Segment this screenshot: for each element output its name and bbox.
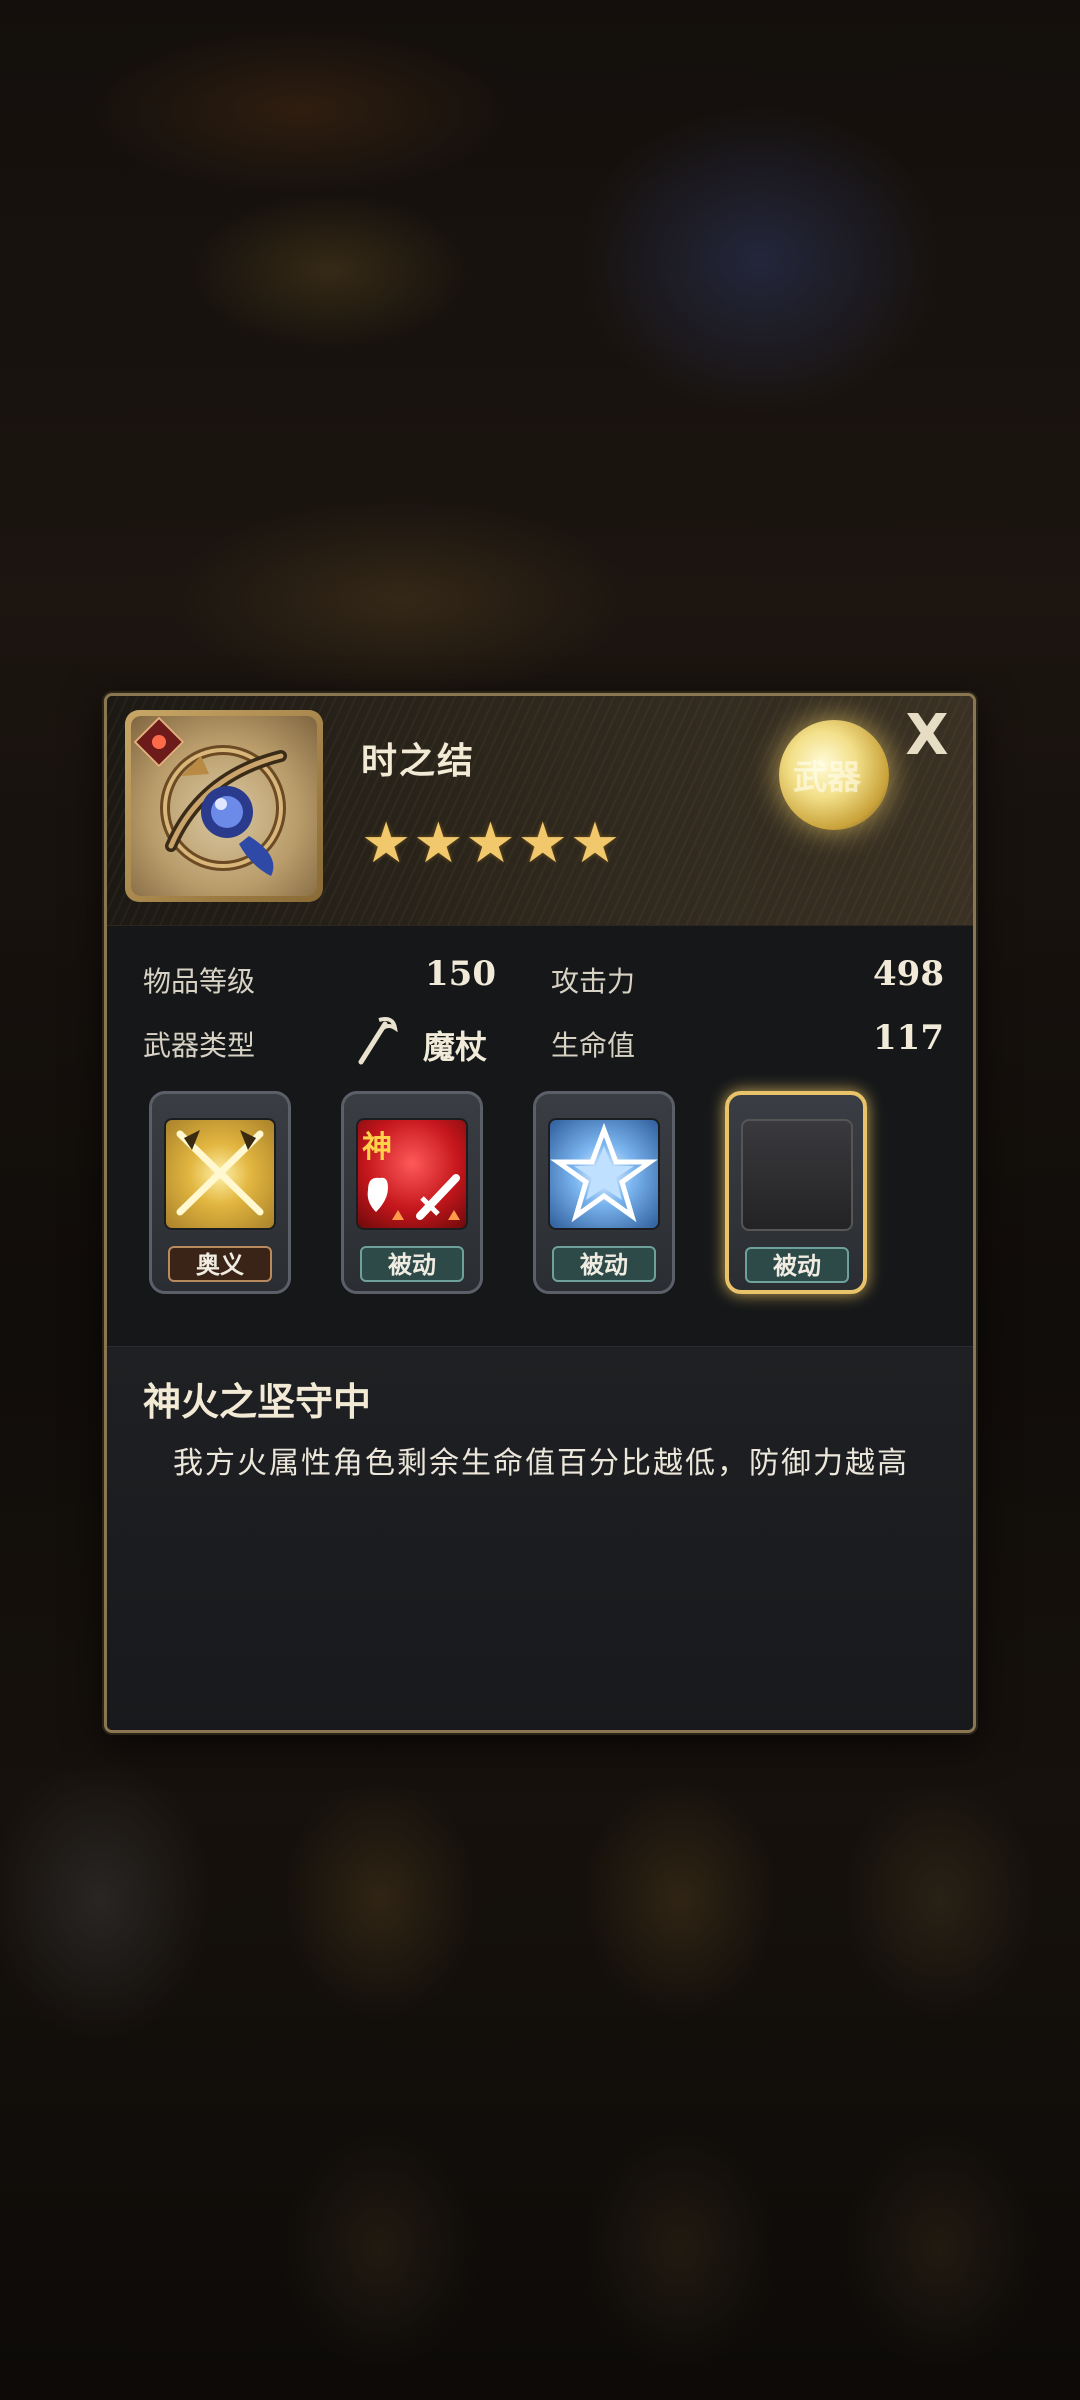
weapon-orb-icon: 武器 <box>779 720 889 830</box>
dialog-header: 时之结 ★ ★ ★ ★ ★ 武器 X <box>107 696 973 926</box>
orb-label: 武器 <box>793 758 861 798</box>
attack-label: 攻击力 <box>551 965 636 998</box>
skill-name: 神火之坚守中 <box>143 1380 372 1424</box>
attack-value: 498 <box>873 954 944 994</box>
weapon-type-label: 武器类型 <box>143 1029 256 1062</box>
weapon-stats: 物品等级 150 攻击力 498 武器类型 魔杖 生命值 117 <box>107 926 973 1066</box>
skill-card-passive-2[interactable]: 被动 <box>533 1091 675 1294</box>
close-button[interactable]: X <box>895 704 959 768</box>
weapon-detail-dialog: 时之结 ★ ★ ★ ★ ★ 武器 X 物品等级 150 攻击力 498 武器类型… <box>104 693 976 1733</box>
weapon-type-value: 魔杖 <box>423 1028 488 1066</box>
star-icon: ★ <box>517 811 568 876</box>
skill-description-text: 我方火属性角色剩余生命值百分比越低，防御力越高 <box>173 1446 909 1481</box>
skill-tag-passive: 被动 <box>745 1247 849 1283</box>
hp-value: 117 <box>873 1018 944 1058</box>
star-icon: ★ <box>569 811 621 876</box>
skill-list: 奥义 神 被动 被动 被动 <box>107 1091 973 1301</box>
star-icon: ★ <box>465 811 516 876</box>
star-icon: ★ <box>413 811 464 876</box>
empty-slot-icon <box>741 1119 853 1231</box>
hp-label: 生命值 <box>551 1029 636 1062</box>
weapon-name: 时之结 <box>361 741 476 782</box>
item-level-value: 150 <box>425 954 496 994</box>
skill-card-passive-3-selected[interactable]: 被动 <box>725 1091 867 1294</box>
skill-card-ougi[interactable]: 奥义 <box>149 1091 291 1294</box>
item-level-label: 物品等级 <box>143 965 256 998</box>
skill-tag-ougi: 奥义 <box>168 1246 272 1282</box>
wand-icon <box>358 1017 398 1065</box>
crossed-swords-icon <box>164 1118 276 1230</box>
skill-tag-passive: 被动 <box>360 1246 464 1282</box>
skill-tag-passive: 被动 <box>552 1246 656 1282</box>
divine-fire-icon: 神 <box>356 1118 468 1230</box>
blue-star-icon <box>548 1118 660 1230</box>
skill-description-panel: 神火之坚守中 我方火属性角色剩余生命值百分比越低，防御力越高 <box>107 1346 973 1730</box>
weapon-portrait <box>125 710 323 902</box>
time-knot-weapon-icon <box>160 745 287 876</box>
skill-card-passive-1[interactable]: 神 被动 <box>341 1091 483 1294</box>
rarity-stars: ★ ★ ★ ★ ★ <box>361 816 620 872</box>
star-icon: ★ <box>361 811 412 876</box>
